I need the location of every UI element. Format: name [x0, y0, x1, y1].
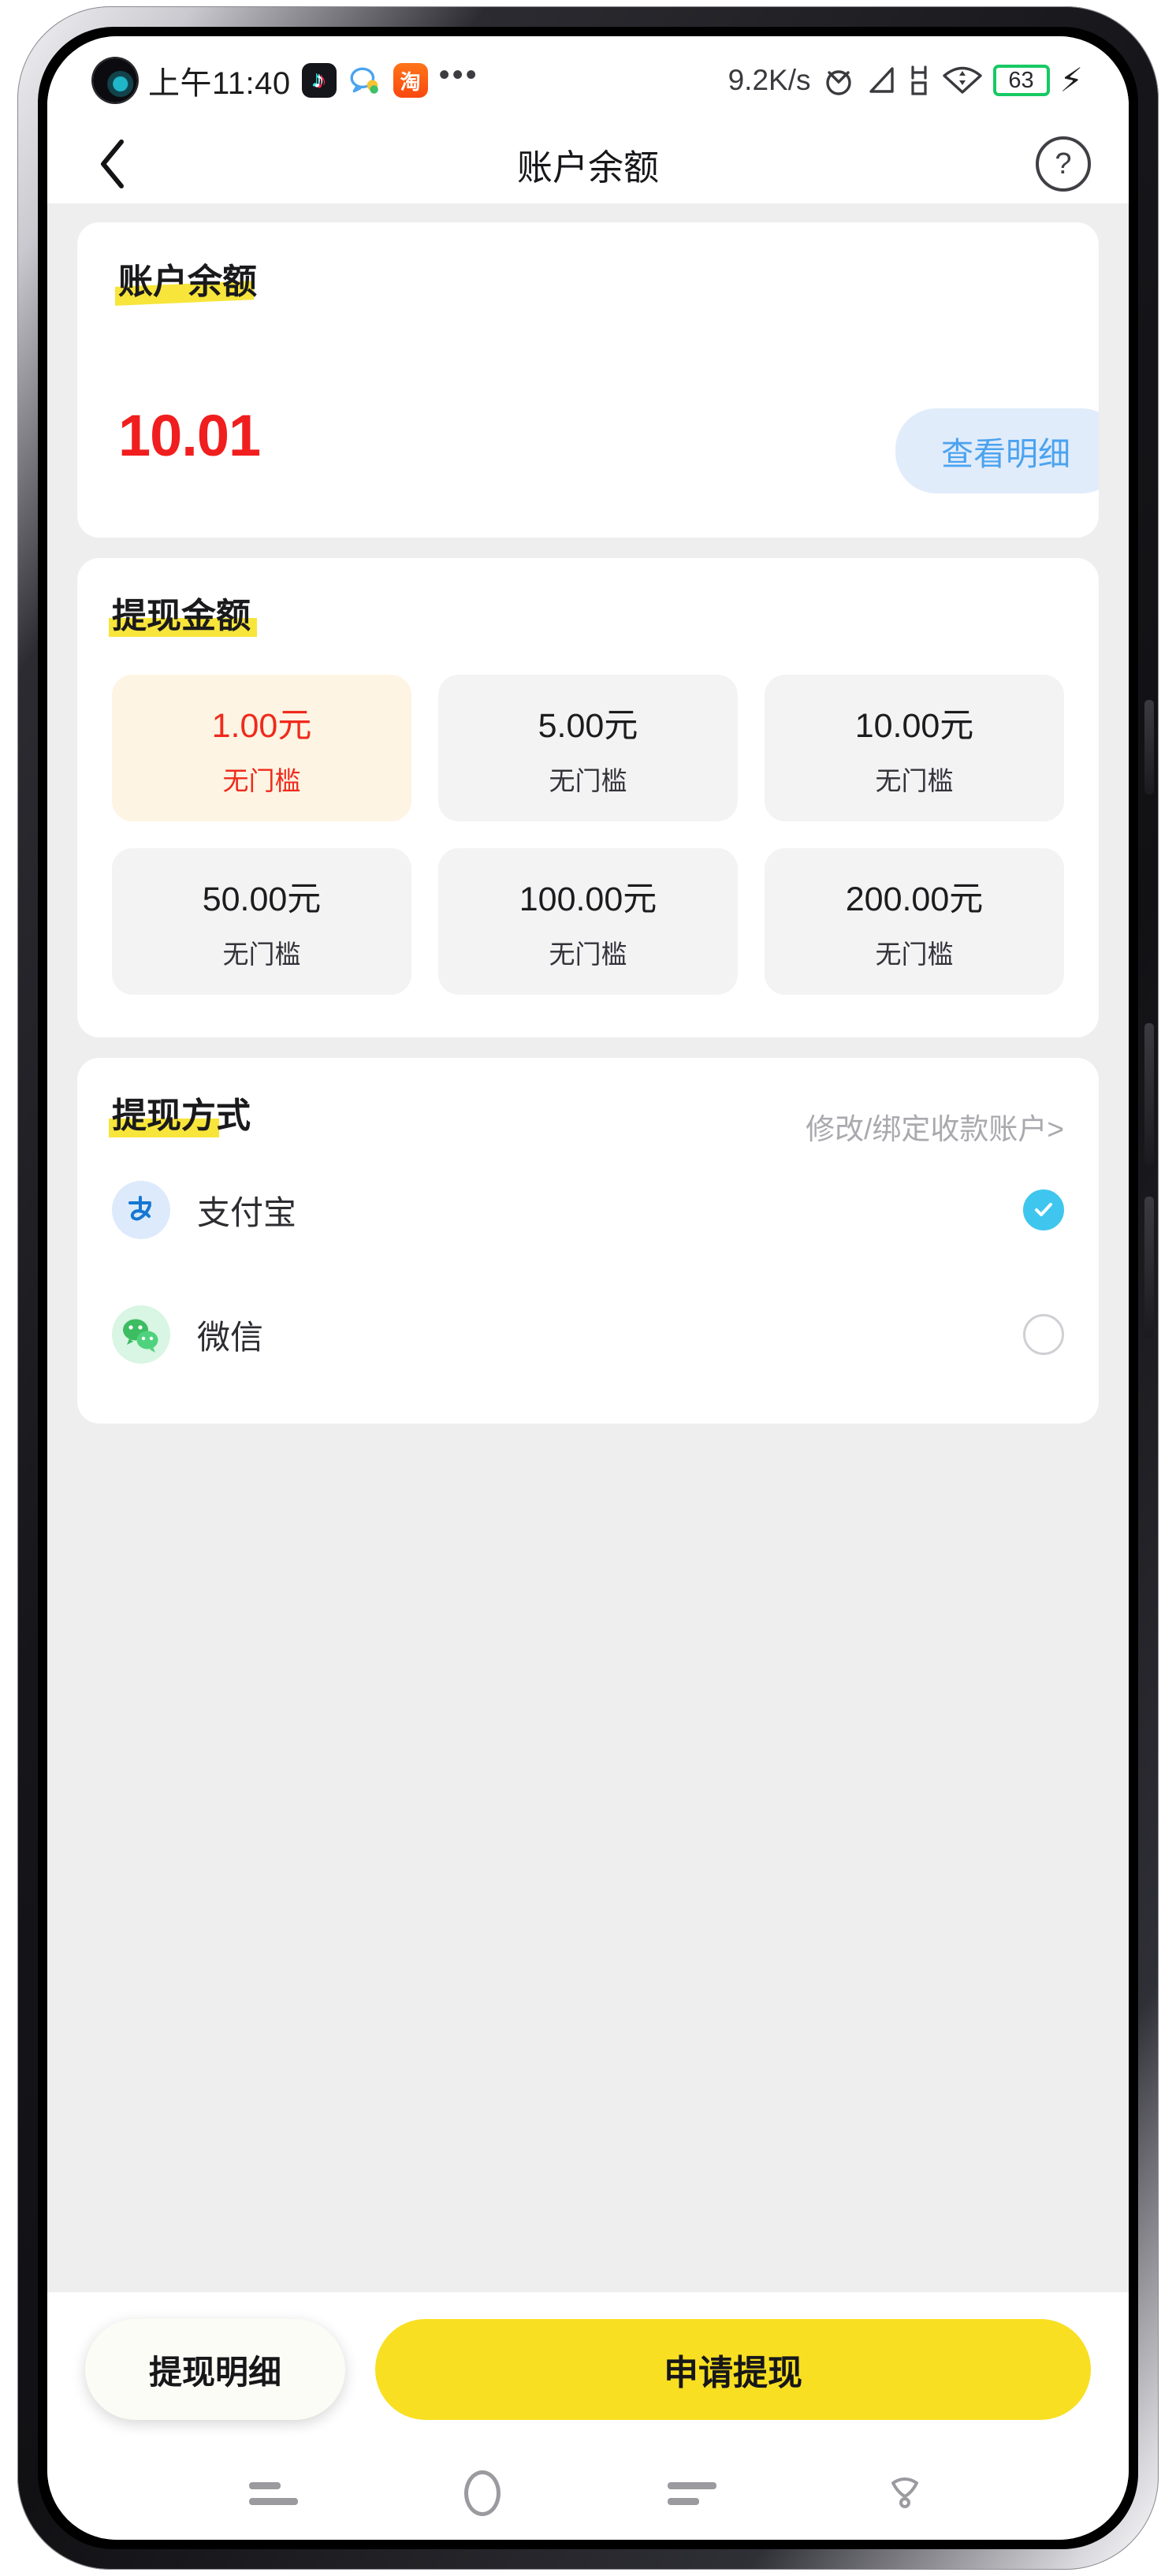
payment-method-alipay[interactable]: 支付宝	[112, 1148, 1064, 1272]
front-camera-punch-hole	[93, 58, 137, 102]
volume-down-button[interactable]	[1144, 1197, 1154, 1338]
qq-icon	[348, 63, 382, 98]
payment-method-wechat[interactable]: 微信	[112, 1272, 1064, 1397]
withdraw-amount-card: 提现金额 1.00元 无门槛 5.00元 无门槛 10.00元 无门槛 50.0…	[77, 558, 1099, 1038]
payment-method-label: 微信	[197, 1318, 264, 1356]
help-question-icon: ?	[1055, 147, 1072, 181]
network-speed-text: 9.2K/s	[728, 64, 811, 96]
back-icon[interactable]	[667, 2481, 716, 2505]
amount-option[interactable]: 50.00元 无门槛	[112, 848, 411, 996]
alarm-icon	[825, 70, 851, 95]
scroll-content: 账户余额 10.01 查看明细 提现金额 1.00元 无门槛 5.00元 无门槛	[47, 203, 1129, 2292]
amount-option-note: 无门槛	[222, 940, 301, 970]
battery-indicator: 63	[992, 65, 1050, 96]
payout-card-title: 提现方式	[109, 1096, 251, 1137]
payout-card-header: 提现方式 修改/绑定收款账户>	[109, 1096, 1064, 1148]
power-button[interactable]	[1144, 700, 1154, 795]
status-bar: 上午11:40 淘 ••• 9.2K/s	[47, 36, 1129, 125]
apply-withdraw-button[interactable]: 申请提现	[375, 2319, 1091, 2420]
amount-option-value: 50.00元	[202, 880, 322, 919]
amount-option-note: 无门槛	[549, 940, 627, 970]
bottom-action-bar: 提现明细 申请提现	[47, 2292, 1129, 2447]
amount-option-note: 无门槛	[875, 940, 954, 970]
check-icon	[1035, 1203, 1052, 1217]
amount-card-title-text: 提现金额	[112, 597, 251, 635]
phone-screen: 上午11:40 淘 ••• 9.2K/s	[47, 36, 1129, 2540]
page-header: 账户余额 ?	[47, 125, 1129, 203]
payout-method-card: 提现方式 修改/绑定收款账户> 支付宝 微信	[77, 1058, 1099, 1424]
amount-option-value: 200.00元	[845, 880, 984, 919]
page-title: 账户余额	[516, 147, 659, 188]
payment-method-radio-selected[interactable]	[1023, 1189, 1064, 1231]
assistant-icon[interactable]	[883, 2470, 927, 2518]
withdraw-records-button[interactable]: 提现明细	[85, 2319, 345, 2420]
more-dots-icon: •••	[438, 58, 479, 92]
wifi-icon	[942, 66, 982, 94]
view-detail-button[interactable]: 查看明细	[895, 408, 1099, 493]
taobao-icon: 淘	[393, 63, 428, 98]
signal-icon	[869, 67, 894, 93]
hspa-icon	[910, 65, 927, 95]
amount-option[interactable]: 100.00元 无门槛	[438, 848, 738, 996]
balance-card-title-text: 账户余额	[118, 262, 257, 301]
chevron-left-icon	[101, 140, 124, 188]
help-button[interactable]: ?	[1036, 136, 1091, 192]
amount-option-value: 10.00元	[854, 707, 974, 746]
battery-level-text: 63	[1008, 67, 1034, 93]
volume-up-button[interactable]	[1144, 1023, 1154, 1165]
amount-option[interactable]: 5.00元 无门槛	[438, 675, 738, 822]
amount-option[interactable]: 200.00元 无门槛	[765, 848, 1064, 996]
android-navigation-bar	[47, 2447, 1129, 2540]
amount-option-note: 无门槛	[222, 766, 301, 796]
bind-account-link[interactable]: 修改/绑定收款账户>	[806, 1097, 1064, 1148]
amount-option-value: 100.00元	[519, 880, 657, 919]
charging-bolt-icon: ⚡	[1059, 61, 1084, 99]
balance-row: 10.01 查看明细	[118, 402, 1099, 493]
balance-card-title: 账户余额	[115, 262, 257, 307]
amount-option-note: 无门槛	[549, 766, 627, 796]
amount-option[interactable]: 10.00元 无门槛	[765, 675, 1064, 822]
amount-option-grid: 1.00元 无门槛 5.00元 无门槛 10.00元 无门槛 50.00元 无门…	[112, 675, 1064, 996]
tiktok-icon	[301, 63, 337, 98]
amount-option[interactable]: 1.00元 无门槛	[112, 675, 411, 822]
balance-card: 账户余额 10.01 查看明细	[77, 222, 1099, 538]
payment-method-label: 支付宝	[197, 1193, 297, 1231]
payment-method-radio-unselected[interactable]	[1023, 1314, 1064, 1356]
amount-option-note: 无门槛	[875, 766, 954, 796]
amount-option-value: 5.00元	[538, 707, 638, 746]
wechat-icon	[112, 1305, 170, 1364]
status-bar-right: 9.2K/s 63 ⚡	[728, 63, 1083, 98]
recents-icon[interactable]	[248, 2481, 298, 2505]
amount-card-title: 提现金额	[109, 597, 257, 638]
home-circle-icon[interactable]	[464, 2470, 501, 2516]
payout-card-title-text: 提现方式	[112, 1096, 251, 1136]
status-clock: 上午11:40	[148, 66, 291, 101]
amount-option-value: 1.00元	[211, 707, 312, 746]
alipay-icon	[112, 1181, 170, 1240]
back-button[interactable]	[85, 136, 142, 192]
status-bar-left: 上午11:40 淘 •••	[93, 58, 479, 103]
balance-amount: 10.01	[118, 403, 261, 468]
